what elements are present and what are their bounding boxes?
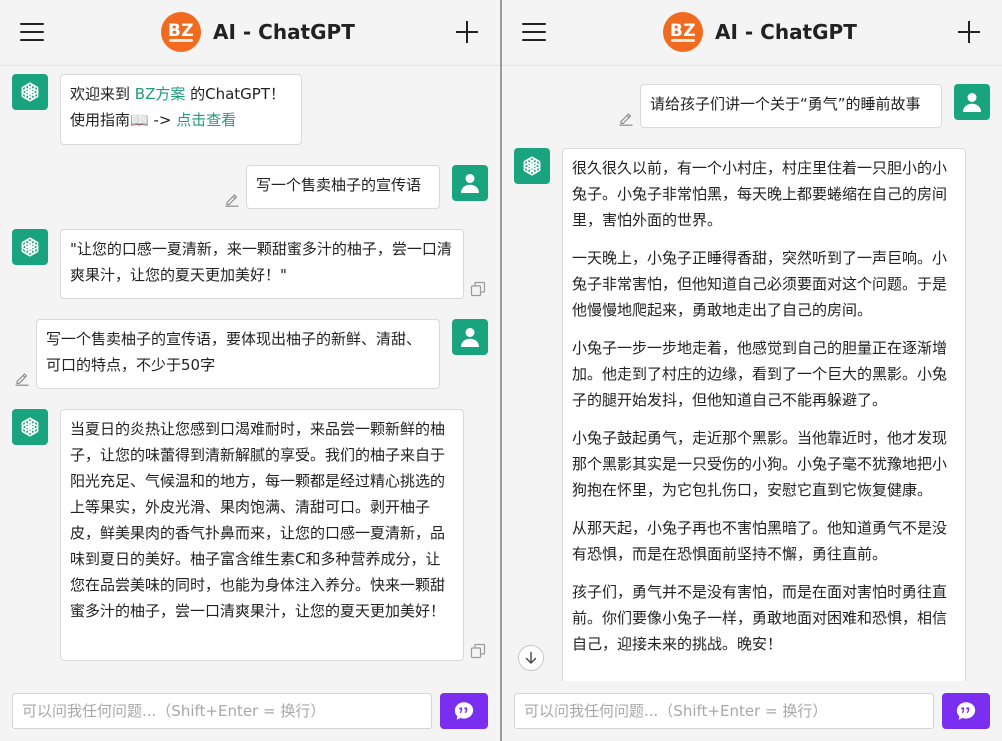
message-input[interactable]: [514, 693, 934, 729]
chat-bubble-icon: [453, 700, 475, 722]
assistant-message: 当夏日的炎热让您感到口渴难耐时，来品尝一颗新鲜的柚子，让您的味蕾得到清新解腻的享…: [60, 409, 464, 661]
chat-bubble-icon: [955, 700, 977, 722]
assistant-message: 很久很久以前，有一个小村庄，村庄里住着一只胆小的小兔子。小兔子非常怕黑，每天晚上…: [562, 148, 966, 708]
pencil-icon[interactable]: [224, 191, 240, 207]
user-icon: [458, 171, 482, 195]
bz-logo: BZ: [161, 12, 201, 52]
welcome-text: 欢迎来到: [70, 85, 135, 103]
bot-avatar: [12, 229, 48, 265]
send-button[interactable]: [942, 693, 990, 729]
welcome-suffix: 的ChatGPT！: [185, 85, 286, 103]
new-chat-plus-icon[interactable]: [456, 21, 478, 43]
menu-icon[interactable]: [522, 22, 546, 42]
story-paragraph: 小兔子鼓起勇气，走近那个黑影。当他靠近时，他才发现那个黑影其实是一只受伤的小狗。…: [572, 429, 948, 499]
app-root: BZ AI - ChatGPT 欢迎来到 BZ方案 的ChatGPT！ 使用指南…: [0, 0, 1002, 741]
openai-logo-icon: [18, 415, 42, 439]
welcome-line-2: 使用指南📖 -> 点击查看: [70, 107, 292, 133]
user-message: 请给孩子们讲一个关于“勇气”的睡前故事: [640, 84, 942, 128]
bot-avatar: [12, 74, 48, 110]
header: BZ AI - ChatGPT: [0, 0, 500, 66]
story-paragraph: 一天晚上，小兔子正睡得香甜，突然听到了一声巨响。小兔子非常害怕，但他知道自己必须…: [572, 249, 948, 319]
app-title: AI - ChatGPT: [715, 20, 857, 44]
welcome-line-1: 欢迎来到 BZ方案 的ChatGPT！: [70, 81, 292, 107]
input-bar: [502, 681, 1002, 741]
menu-icon[interactable]: [20, 22, 44, 42]
story-paragraph: 很久很久以前，有一个小村庄，村庄里住着一只胆小的小兔子。小兔子非常怕黑，每天晚上…: [572, 159, 948, 229]
guide-text: 使用指南📖 ->: [70, 111, 177, 129]
chat-panel-left: BZ AI - ChatGPT 欢迎来到 BZ方案 的ChatGPT！ 使用指南…: [0, 0, 500, 741]
welcome-message: 欢迎来到 BZ方案 的ChatGPT！ 使用指南📖 -> 点击查看: [60, 74, 302, 145]
app-title: AI - ChatGPT: [213, 20, 355, 44]
user-avatar: [954, 84, 990, 120]
header: BZ AI - ChatGPT: [502, 0, 1002, 66]
new-chat-plus-icon[interactable]: [958, 21, 980, 43]
story-paragraph: 从那天起，小兔子再也不害怕黑暗了。他知道勇气不是没有恐惧，而是在恐惧面前坚持不懈…: [572, 519, 948, 563]
bot-avatar: [12, 409, 48, 445]
openai-logo-icon: [520, 154, 544, 178]
guide-link[interactable]: 点击查看: [176, 111, 236, 129]
pencil-icon[interactable]: [14, 370, 30, 386]
story-paragraph: 小兔子一步一步地走着，他感觉到自己的胆量正在逐渐增加。他走到了村庄的边缘，看到了…: [572, 339, 948, 409]
assistant-message: "让您的口感一夏清新，来一颗甜蜜多汁的柚子，尝一口清爽果汁，让您的夏天更加美好！…: [60, 229, 464, 299]
pencil-icon[interactable]: [618, 110, 634, 126]
story-paragraph: 孩子们，勇气并不是没有害怕，而是在面对害怕时勇往直前。你们要像小兔子一样，勇敢地…: [572, 583, 948, 653]
message-input[interactable]: [12, 693, 432, 729]
openai-logo-icon: [18, 235, 42, 259]
user-icon: [458, 325, 482, 349]
user-avatar: [452, 165, 488, 201]
input-bar: [0, 681, 500, 741]
user-icon: [960, 90, 984, 114]
send-button[interactable]: [440, 693, 488, 729]
user-message: 写一个售卖柚子的宣传语: [246, 165, 440, 209]
logo-text: BZ: [669, 21, 697, 41]
bot-avatar: [514, 148, 550, 184]
chat-panel-right: BZ AI - ChatGPT 请给孩子们讲一个关于“勇气”的睡前故事 很久很久…: [502, 0, 1002, 741]
user-avatar: [452, 319, 488, 355]
arrow-down-icon: [524, 651, 538, 665]
scroll-to-bottom-button[interactable]: [518, 645, 544, 671]
copy-icon[interactable]: [470, 281, 486, 297]
openai-logo-icon: [18, 80, 42, 104]
bz-logo: BZ: [663, 12, 703, 52]
user-message: 写一个售卖柚子的宣传语，要体现出柚子的新鲜、清甜、可口的特点，不少于50字: [36, 319, 440, 389]
copy-icon[interactable]: [470, 643, 486, 659]
logo-text: BZ: [167, 21, 195, 41]
brand-link[interactable]: BZ方案: [135, 85, 186, 103]
